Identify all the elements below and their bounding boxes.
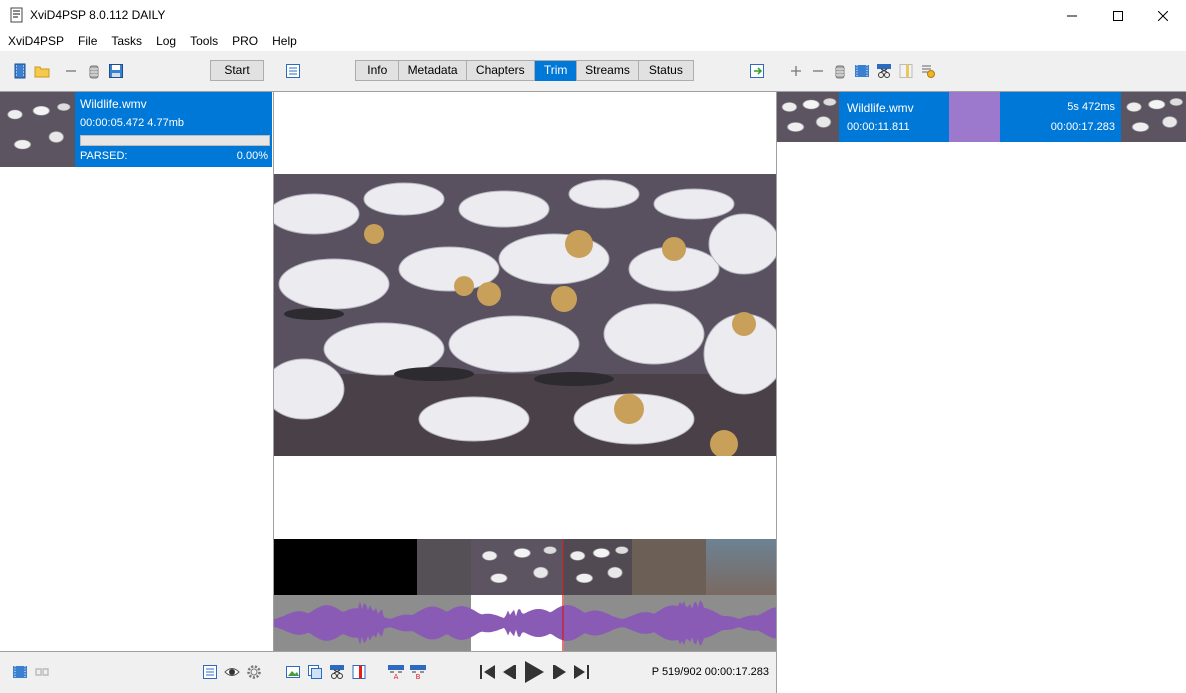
remove-segment-icon[interactable] — [810, 63, 826, 79]
position-readout: P 519/902 00:00:17.283 — [651, 666, 769, 678]
tab-trim[interactable]: Trim — [534, 61, 578, 81]
menu-xvid4psp[interactable]: XviD4PSP — [0, 31, 70, 51]
menu-tools[interactable]: Tools — [182, 31, 224, 51]
tab-streams[interactable]: Streams — [577, 61, 639, 81]
menu-help[interactable]: Help — [264, 31, 303, 51]
link-icon[interactable] — [34, 664, 50, 680]
tab-chapters[interactable]: Chapters — [467, 61, 535, 81]
book-icon[interactable] — [898, 63, 914, 79]
skip-back-icon[interactable] — [477, 662, 497, 682]
add-segment-icon[interactable] — [788, 63, 804, 79]
task-item[interactable]: Wildlife.wmv 00:00:05.472 4.77mb PARSED:… — [0, 92, 272, 167]
segment-end: 00:00:17.283 — [1050, 121, 1115, 133]
video-strip-icon[interactable] — [854, 63, 870, 79]
snapshot-icon[interactable] — [285, 664, 301, 680]
trash-icon[interactable] — [86, 63, 102, 79]
segment-start: 00:00:11.811 — [847, 121, 910, 133]
skip-forward-icon[interactable] — [572, 662, 592, 682]
task-thumbnail — [0, 92, 75, 167]
menu-bar: XviD4PSP File Tasks Log Tools PRO Help — [0, 31, 1186, 51]
set-b-icon[interactable]: B — [409, 664, 427, 680]
film-frame — [471, 539, 564, 595]
center-toolbar: Info Metadata Chapters Trim Streams Stat… — [274, 51, 776, 91]
eye-icon[interactable] — [224, 664, 240, 680]
minimize-icon — [1067, 15, 1077, 16]
settings-list-icon[interactable] — [920, 63, 936, 79]
svg-text:B: B — [416, 673, 421, 680]
list-icon[interactable] — [202, 664, 218, 680]
properties-icon[interactable] — [285, 63, 301, 79]
window-title: XviD4PSP 8.0.112 DAILY — [30, 8, 166, 22]
tab-metadata[interactable]: Metadata — [399, 61, 467, 81]
left-bottom-toolbar — [0, 652, 273, 693]
preview-pane — [273, 91, 777, 652]
step-forward-icon[interactable] — [550, 662, 570, 682]
segment-info-left: Wildlife.wmv 00:00:11.811 — [839, 92, 949, 142]
tab-info[interactable]: Info — [356, 61, 400, 81]
right-toolbar — [777, 51, 1186, 91]
segment-name: Wildlife.wmv — [847, 101, 914, 115]
task-progress-bar — [80, 135, 270, 146]
cut-icon[interactable] — [876, 63, 892, 79]
maximize-button[interactable] — [1095, 0, 1141, 31]
segment-duration: 5s 472ms — [1067, 101, 1115, 113]
film-frame — [632, 539, 706, 595]
film-frame — [564, 539, 632, 595]
book-icon[interactable] — [351, 664, 367, 680]
video-strip-icon[interactable] — [12, 664, 28, 680]
export-icon[interactable] — [749, 63, 765, 79]
maximize-icon — [1113, 10, 1123, 21]
task-percent: 0.00% — [236, 150, 268, 162]
open-folder-icon[interactable] — [34, 63, 50, 79]
menu-log[interactable]: Log — [148, 31, 182, 51]
app-icon — [10, 7, 23, 23]
title-bar: XviD4PSP 8.0.112 DAILY — [0, 0, 1186, 31]
save-icon[interactable] — [108, 63, 124, 79]
menu-pro[interactable]: PRO — [224, 31, 264, 51]
close-button[interactable] — [1140, 0, 1186, 31]
remove-icon[interactable] — [63, 63, 79, 79]
segment-item[interactable]: Wildlife.wmv 00:00:11.811 5s 472ms 00:00… — [777, 92, 1186, 142]
task-status: PARSED: — [80, 150, 128, 162]
copy-frame-icon[interactable] — [307, 664, 323, 680]
film-frame — [417, 539, 471, 595]
audio-waveform[interactable] — [274, 595, 776, 651]
segment-mark — [949, 92, 1000, 142]
task-list: Wildlife.wmv 00:00:05.472 4.77mb PARSED:… — [0, 91, 274, 652]
tab-strip: Info Metadata Chapters Trim Streams Stat… — [355, 60, 694, 81]
play-icon[interactable] — [521, 659, 547, 685]
gear-icon[interactable] — [246, 664, 262, 680]
playhead-marker — [563, 539, 564, 595]
close-icon — [1158, 10, 1168, 21]
film-frame — [706, 539, 776, 595]
filmstrip[interactable] — [274, 539, 776, 595]
svg-text:A: A — [394, 673, 399, 680]
cut-icon[interactable] — [329, 664, 345, 680]
video-preview[interactable] — [274, 174, 776, 456]
player-toolbar: A B P 519/902 00:00:17.283 — [274, 652, 776, 693]
menu-tasks[interactable]: Tasks — [103, 31, 148, 51]
task-file-name: Wildlife.wmv — [80, 97, 147, 111]
task-file-info: 00:00:05.472 4.77mb — [80, 117, 184, 129]
menu-file[interactable]: File — [70, 31, 103, 51]
step-back-icon[interactable] — [499, 662, 519, 682]
segments-pane: Wildlife.wmv 00:00:11.811 5s 472ms 00:00… — [776, 91, 1186, 693]
minimize-button[interactable] — [1049, 0, 1095, 31]
trash-icon[interactable] — [832, 63, 848, 79]
start-button[interactable]: Start — [210, 60, 264, 81]
segment-thumbnail-start — [777, 92, 839, 142]
film-icon[interactable] — [12, 63, 28, 79]
tab-status[interactable]: Status — [639, 61, 693, 81]
left-toolbar: Start — [0, 51, 273, 91]
segment-info-right: 5s 472ms 00:00:17.283 — [1000, 92, 1121, 142]
segment-thumbnail-end — [1121, 92, 1186, 142]
set-a-icon[interactable]: A — [387, 664, 405, 680]
